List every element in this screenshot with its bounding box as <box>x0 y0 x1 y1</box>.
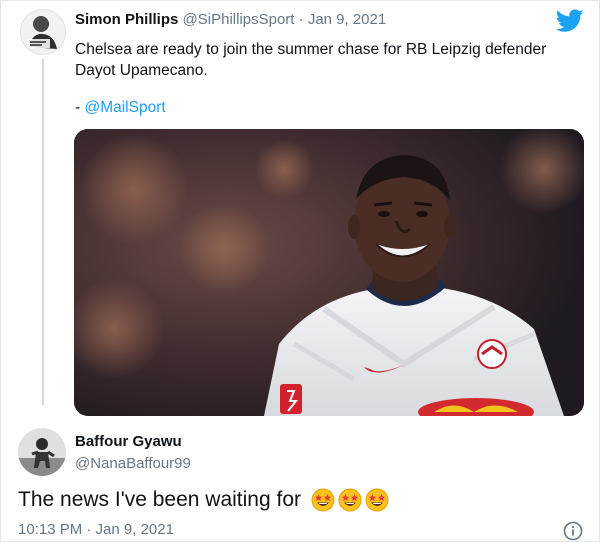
star-struck-emoji <box>338 488 362 512</box>
emoji-group <box>311 488 389 512</box>
author-name[interactable]: Baffour Gyawu <box>75 433 182 450</box>
quoted-tweet-header: Simon Phillips @SiPhillipsSport · Jan 9,… <box>75 11 386 28</box>
author-handle[interactable]: @NanaBaffour99 <box>75 455 191 472</box>
avatar-baffour-gyawu[interactable] <box>18 428 66 476</box>
author-handle[interactable]: @SiPhillipsSport <box>183 11 295 28</box>
author-name[interactable]: Simon Phillips <box>75 11 178 28</box>
twitter-bird-icon[interactable] <box>556 9 584 33</box>
tweet-text: The news I've been waiting for <box>18 488 389 512</box>
quoted-tweet-credit: - @MailSport <box>75 99 166 117</box>
star-struck-emoji <box>311 488 335 512</box>
thread-line <box>42 59 44 405</box>
tweet-date[interactable]: Jan 9, 2021 <box>308 11 386 28</box>
tweet-embed: Simon Phillips @SiPhillipsSport · Jan 9,… <box>0 0 600 542</box>
tweet-photo[interactable] <box>74 129 584 416</box>
info-icon[interactable] <box>563 521 583 541</box>
avatar-simon-phillips[interactable] <box>20 9 66 55</box>
tweet-text-body: The news I've been waiting for <box>18 488 301 511</box>
mention-link[interactable]: @MailSport <box>84 99 165 116</box>
tweet-timestamp[interactable]: 10:13 PM · Jan 9, 2021 <box>18 521 174 538</box>
quoted-tweet-text: Chelsea are ready to join the summer cha… <box>75 41 547 79</box>
star-struck-emoji <box>365 488 389 512</box>
separator-dot: · <box>294 11 308 28</box>
